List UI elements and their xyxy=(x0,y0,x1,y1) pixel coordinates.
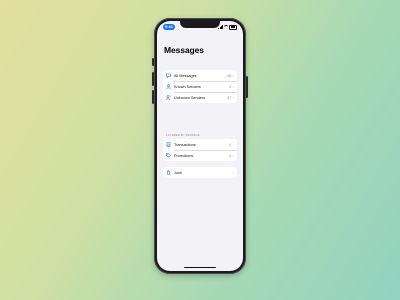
filter-count: 9 xyxy=(229,84,232,89)
tag-icon xyxy=(166,153,171,158)
wifi-icon xyxy=(224,25,228,29)
filter-count: 37 xyxy=(227,95,232,100)
filter-row-unknown-senders[interactable]: ? Unknown Senders 37 › xyxy=(163,92,237,103)
notch xyxy=(180,21,220,28)
trash-icon xyxy=(166,170,171,175)
filter-label: Transactions xyxy=(174,142,196,147)
chevron-right-icon: › xyxy=(232,153,234,158)
filter-label: Promotions xyxy=(174,153,194,158)
filter-label: Known Senders xyxy=(174,84,201,89)
chevron-right-icon: › xyxy=(232,170,234,175)
filter-count: 48 xyxy=(227,73,232,78)
filter-label: All Messages xyxy=(174,73,197,78)
mute-switch xyxy=(152,58,154,66)
battery-icon xyxy=(229,24,237,30)
filter-count: 4 xyxy=(229,142,232,147)
person-icon xyxy=(166,84,171,89)
svg-text:?: ? xyxy=(170,96,172,99)
junk-card: Junk › xyxy=(163,167,237,178)
receipt-icon xyxy=(166,142,171,147)
volume-down-button xyxy=(152,90,154,104)
signal-icon xyxy=(218,25,223,29)
filter-count: 0 xyxy=(229,153,232,158)
home-indicator[interactable] xyxy=(184,266,216,268)
filtered-card: Transactions 4 › Promotions 0 › xyxy=(163,139,237,161)
person-question-icon: ? xyxy=(166,95,171,100)
status-icons xyxy=(218,24,237,30)
status-time: 9:41 xyxy=(163,24,176,30)
volume-up-button xyxy=(152,72,154,86)
filters-card: All Messages 48 › Known Senders 9 › ? Un… xyxy=(163,70,237,103)
side-button xyxy=(246,76,248,98)
bubble-icon xyxy=(166,73,171,78)
filter-row-promotions[interactable]: Promotions 0 › xyxy=(163,150,237,161)
phone-frame: 9:41 Messages All Messages 48 › Known Se… xyxy=(152,18,248,274)
filter-label: Junk xyxy=(174,170,183,175)
page-title: Messages xyxy=(164,45,204,55)
chevron-right-icon: › xyxy=(232,73,234,78)
filter-row-all-messages[interactable]: All Messages 48 › xyxy=(163,70,237,81)
filter-row-known-senders[interactable]: Known Senders 9 › xyxy=(163,81,237,92)
filter-label: Unknown Senders xyxy=(174,95,206,100)
filter-row-junk[interactable]: Junk › xyxy=(163,167,237,178)
filter-row-transactions[interactable]: Transactions 4 › xyxy=(163,139,237,150)
chevron-right-icon: › xyxy=(232,95,234,100)
chevron-right-icon: › xyxy=(232,142,234,147)
chevron-right-icon: › xyxy=(232,84,234,89)
screen: 9:41 Messages All Messages 48 › Known Se… xyxy=(157,21,243,271)
section-header: FILTERED BY MESSAGE xyxy=(166,134,200,137)
